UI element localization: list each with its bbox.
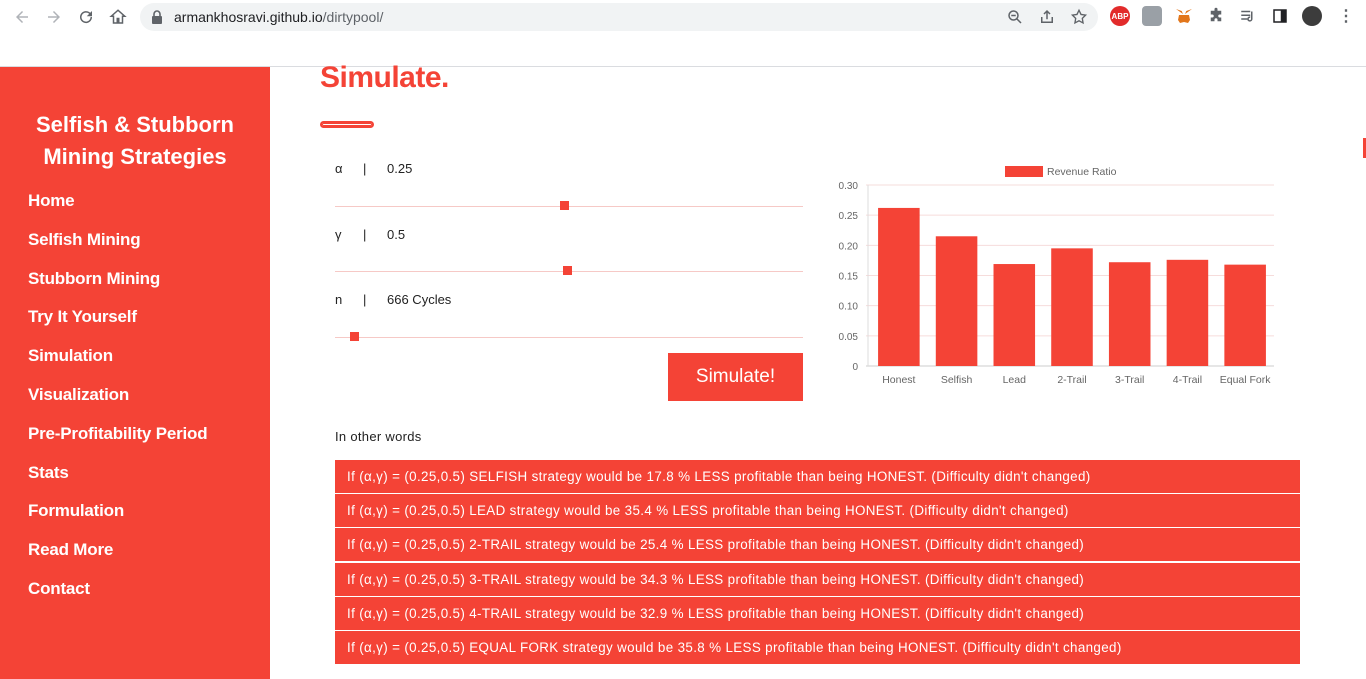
sidepanel-icon[interactable] (1270, 6, 1290, 26)
metamask-icon[interactable] (1174, 6, 1194, 26)
back-icon[interactable] (10, 5, 34, 29)
sidebar: Selfish & Stubborn Mining Strategies Hom… (0, 67, 270, 679)
param-alpha: α | 0.25 (335, 161, 412, 176)
legend-label: Revenue Ratio (1047, 166, 1117, 178)
result-row-selfish: If (α,γ) = (0.25,0.5) SELFISH strategy w… (335, 460, 1300, 493)
url-host: armankhosravi.github.io (174, 9, 323, 25)
nav-selfish-mining[interactable]: Selfish Mining (28, 226, 207, 265)
y-tick-label: 0 (852, 362, 858, 373)
y-tick-label: 0.05 (839, 332, 859, 343)
url-text: armankhosravi.github.io/dirtypool/ (174, 9, 383, 25)
nav-contact[interactable]: Contact (28, 575, 207, 614)
result-row-2-trail: If (α,γ) = (0.25,0.5) 2-TRAIL strategy w… (335, 528, 1300, 562)
revenue-chart: Revenue Ratio 0 0.05 0.10 0.15 0.20 0.25 0.30 Ho… (830, 157, 1280, 397)
star-icon[interactable] (1070, 8, 1088, 26)
result-row-3-trail: If (α,γ) = (0.25,0.5) 3-TRAIL strategy w… (335, 562, 1300, 596)
nav-read-more[interactable]: Read More (28, 536, 207, 575)
y-tick-label: 0.25 (839, 211, 859, 222)
y-tick-label: 0.15 (839, 272, 859, 283)
forward-icon[interactable] (42, 5, 66, 29)
param-gamma-value: 0.5 (387, 227, 406, 242)
param-separator: | (363, 161, 367, 176)
nav-simulation[interactable]: Simulation (28, 342, 207, 381)
x-tick-label: 2-Trail (1057, 374, 1086, 386)
browser-toolbar: armankhosravi.github.io/dirtypool/ ABP ⋮ (0, 0, 1366, 34)
nav-pre-profitability-period[interactable]: Pre-Profitability Period (28, 420, 208, 459)
x-tick-label: 3-Trail (1115, 374, 1144, 386)
x-tick-label: Equal Fork (1220, 374, 1272, 386)
nav-stubborn-mining[interactable]: Stubborn Mining (28, 265, 207, 304)
lock-icon (152, 10, 162, 24)
y-tick-label: 0.10 (839, 302, 859, 313)
share-icon[interactable] (1038, 8, 1056, 26)
bar-equal-fork (1224, 264, 1266, 366)
nav-try-it-yourself[interactable]: Try It Yourself (28, 303, 207, 342)
y-tick-label: 0.20 (839, 241, 859, 252)
result-row-lead: If (α,γ) = (0.25,0.5) LEAD strategy woul… (335, 494, 1300, 528)
bar-honest (878, 207, 920, 366)
bar-2-trail (1051, 248, 1093, 366)
param-separator: | (363, 292, 367, 307)
nav-formulation[interactable]: Formulation (28, 497, 207, 536)
results-list: If (α,γ) = (0.25,0.5) SELFISH strategy w… (335, 460, 1300, 665)
param-gamma-symbol: γ (335, 227, 342, 242)
legend-swatch (1005, 166, 1043, 177)
zoom-icon[interactable] (1006, 8, 1024, 26)
site-title-line1: Selfish & Stubborn (36, 112, 234, 137)
param-alpha-value: 0.25 (387, 161, 413, 176)
param-n: n | 666 Cycles (335, 292, 451, 307)
alpha-slider-thumb[interactable] (560, 201, 570, 210)
cycles-slider-thumb[interactable] (349, 332, 359, 341)
puzzle-icon[interactable] (1206, 6, 1226, 26)
menu-icon[interactable]: ⋮ (1336, 6, 1356, 26)
y-tick-label: 0.30 (839, 181, 859, 192)
bar-lead (993, 264, 1036, 366)
gamma-slider[interactable] (335, 266, 803, 275)
abp-label: ABP (1111, 11, 1129, 21)
revenue-chart-svg: Revenue Ratio 0 0.05 0.10 0.15 0.20 0.25 0.30 Ho… (839, 166, 1274, 386)
result-row-4-trail: If (α,γ) = (0.25,0.5) 4-TRAIL strategy w… (335, 596, 1300, 630)
result-row-equal-fork: If (α,γ) = (0.25,0.5) EQUAL FORK strateg… (335, 630, 1300, 664)
x-tick-label: 4-Trail (1173, 374, 1202, 386)
page-title: Simulate. (320, 61, 449, 94)
cycles-slider[interactable] (335, 332, 803, 341)
param-gamma: γ | 0.5 (335, 227, 405, 242)
media-icon[interactable] (1238, 6, 1258, 26)
main-content: Simulate. α | 0.25 γ | 0.5 n | 666 Cycles Simu… (270, 61, 1366, 679)
sidebar-nav: Home Selfish Mining Stubborn Mining Try … (28, 187, 208, 614)
param-n-symbol: n (335, 292, 343, 307)
site-title: Selfish & Stubborn Mining Strategies (0, 109, 270, 173)
bar-3-trail (1108, 262, 1151, 366)
other-words-label: In other words (335, 429, 422, 444)
gamma-slider-thumb[interactable] (562, 266, 572, 275)
title-underline (320, 121, 374, 128)
profile-avatar[interactable] (1302, 6, 1322, 26)
param-separator: | (363, 227, 367, 242)
x-tick-label: Selfish (941, 374, 973, 386)
nav-visualization[interactable]: Visualization (28, 381, 207, 420)
alpha-slider[interactable] (335, 201, 803, 210)
abp-extension-icon[interactable]: ABP (1110, 6, 1130, 26)
bar-4-trail (1166, 259, 1209, 366)
home-icon[interactable] (106, 5, 130, 29)
x-tick-label: Honest (882, 374, 915, 386)
nav-stats[interactable]: Stats (28, 459, 207, 498)
url-path: /dirtypool/ (322, 9, 384, 25)
param-n-value: 666 Cycles (387, 292, 452, 307)
simulate-button[interactable]: Simulate! (668, 353, 803, 401)
bar-selfish (935, 236, 978, 366)
nav-home[interactable]: Home (28, 187, 207, 226)
param-alpha-symbol: α (335, 161, 343, 176)
x-tick-label: Lead (1003, 374, 1027, 386)
extension-icon[interactable] (1142, 6, 1162, 26)
reload-icon[interactable] (74, 5, 98, 29)
address-bar[interactable]: armankhosravi.github.io/dirtypool/ (140, 3, 1098, 31)
site-title-line2: Mining Strategies (43, 144, 227, 169)
